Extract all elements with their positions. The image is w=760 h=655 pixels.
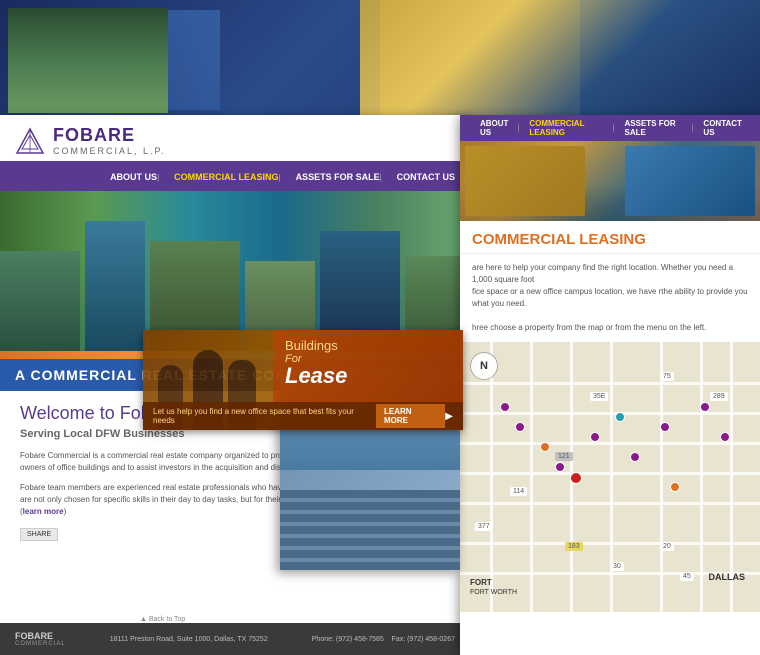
site-footer: FOBARE COMMERCIAL 18111 Preston Road, Su…	[0, 623, 470, 655]
logo-name: FOBARE	[53, 125, 166, 146]
top-right-building-photo	[380, 0, 760, 115]
map-pin[interactable]	[590, 432, 600, 442]
lease-main-label: Lease	[285, 365, 451, 387]
footer-logo: FOBARE	[15, 631, 66, 641]
map-road	[660, 342, 663, 612]
right-nav-about[interactable]: ABOUT US	[480, 119, 518, 137]
left-site-navbar: ABOUT US | COMMERCIAL LEASING | ASSETS F…	[0, 163, 470, 191]
top-building-strip	[0, 0, 760, 120]
building-stripes	[280, 490, 460, 570]
highway-label: 75	[660, 372, 674, 381]
lease-buildings-label: Buildings	[285, 338, 451, 353]
highway-label: 35E	[590, 392, 608, 401]
map-pin[interactable]	[515, 422, 525, 432]
share-button[interactable]: SHARE	[20, 528, 58, 541]
highway-label: 121	[555, 452, 573, 461]
back-to-top[interactable]: ▲ Back to Top	[140, 616, 185, 623]
map-compass: N	[470, 352, 498, 380]
map-road	[530, 342, 533, 612]
map-pin[interactable]	[500, 402, 510, 412]
footer-logo-sub: COMMERCIAL	[15, 641, 66, 647]
nav-about[interactable]: ABOUT US	[110, 172, 157, 182]
map-pin[interactable]	[540, 442, 550, 452]
commercial-leasing-desc: are here to help your company find the r…	[460, 254, 760, 342]
lease-subtitle: Let us help you find a new office space …	[153, 407, 376, 425]
footer-contact: Phone: (972) 458-7585 Fax: (972) 458-026…	[312, 636, 455, 643]
learn-more-arrow-icon: ▶	[445, 411, 453, 422]
canopy-structure	[580, 30, 740, 80]
map-pin[interactable]	[660, 422, 670, 432]
highway-label: 20	[660, 542, 674, 551]
highway-label: 30	[610, 562, 624, 571]
right-nav-leasing[interactable]: COMMERCIAL LEASING	[529, 119, 612, 137]
nav-leasing[interactable]: COMMERCIAL LEASING	[174, 172, 278, 182]
map-pin[interactable]	[555, 462, 565, 472]
lease-overlay: Buildings For Lease Let us help you find…	[143, 330, 463, 430]
nav-contact[interactable]: CONTACT US	[397, 172, 455, 182]
map-pin-selected[interactable]	[570, 472, 582, 484]
right-building-image	[460, 141, 760, 221]
property-map[interactable]: N FORTFORT Worth DALLAS 377 114 121 35E …	[460, 342, 760, 612]
map-pin[interactable]	[670, 482, 680, 492]
map-pin[interactable]	[720, 432, 730, 442]
learn-more-button[interactable]: LEARN MORE	[376, 404, 445, 428]
footer-address: 18111 Preston Road, Suite 1000, Dallas, …	[110, 636, 268, 643]
highway-label: 183	[565, 542, 583, 551]
right-nav-assets[interactable]: ASSETS FOR SALE	[625, 119, 692, 137]
right-nav-contact[interactable]: CONTACT US	[703, 119, 750, 137]
site-header: FOBARE COMMERCIAL, L.P.	[0, 115, 470, 163]
highway-label: 114	[510, 487, 527, 496]
building-images-strip	[0, 191, 470, 351]
map-road	[490, 342, 493, 612]
dallas-label: DALLAS	[709, 572, 746, 582]
nav-assets[interactable]: ASSETS FOR SALE	[296, 172, 380, 182]
map-road	[700, 342, 703, 612]
map-pin[interactable]	[615, 412, 625, 422]
highway-label: 289	[710, 392, 728, 401]
commercial-leasing-title: COMMERCIAL LEASING	[460, 221, 760, 254]
right-navbar: ABOUT US | COMMERCIAL LEASING | ASSETS F…	[460, 115, 760, 141]
lease-cta-bar: Let us help you find a new office space …	[143, 402, 463, 430]
map-pin[interactable]	[700, 402, 710, 412]
highway-label: 377	[475, 522, 493, 531]
logo-subtitle: COMMERCIAL, L.P.	[53, 146, 166, 156]
map-road	[610, 342, 613, 612]
learn-more-link[interactable]: learn more	[23, 507, 64, 516]
top-left-building-photo	[8, 8, 168, 113]
logo-pyramid-icon	[15, 127, 45, 155]
right-site-panel: ABOUT US | COMMERCIAL LEASING | ASSETS F…	[460, 115, 760, 655]
fort-worth-label: FORTFORT Worth	[470, 579, 517, 597]
highway-label: 45	[680, 572, 694, 581]
map-pin[interactable]	[630, 452, 640, 462]
